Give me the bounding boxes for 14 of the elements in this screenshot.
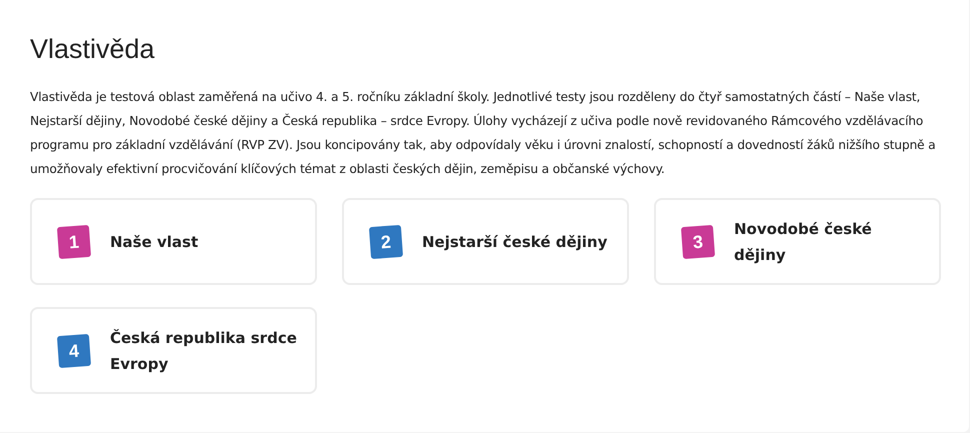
- topic-card[interactable]: 1 Naše vlast: [30, 198, 317, 285]
- topic-label: Novodobé české dějiny: [734, 218, 873, 266]
- topic-label: Česká republika srdce Evropy: [110, 328, 298, 374]
- topic-label: Nejstarší české dějiny: [422, 232, 608, 252]
- number-badge: 4: [56, 333, 92, 368]
- topic-card[interactable]: 4 Česká republika srdce Evropy: [30, 307, 317, 394]
- description-text: Vlastivěda je testová oblast zaměřená na učivo 4. a 5. ročníku základní školy. Jednotlivé testy jsou rozděleny do čtyř samostatných částí – Naše vlast, Nejstarší dějiny, Novodobé české dějiny a Česká republika – srdce Evropy. Úlohy vycházejí z učiva podle nově revidovaného Rámcového vzdělávacího programu pro základní vzdělávání (RVP ZV). Jsou koncipovány tak, aby odpovídaly věku i úrovni znalostí, schopností a dovedností žáků nižšího stupně a umožňovaly efektivní procvičování klíčových témat z oblasti českých dějin, zeměpisu a občanské výchovy.: [30, 89, 936, 178]
- topic-card[interactable]: 3 Novodobé české dějiny: [654, 198, 941, 285]
- number-badge: 1: [56, 224, 92, 259]
- number-badge: 3: [680, 224, 716, 259]
- number-badge: 2: [368, 224, 404, 259]
- page-title: Vlastivěda: [30, 34, 156, 65]
- topic-card[interactable]: 2 Nejstarší české dějiny: [342, 198, 629, 285]
- topic-label: Naše vlast: [110, 232, 198, 252]
